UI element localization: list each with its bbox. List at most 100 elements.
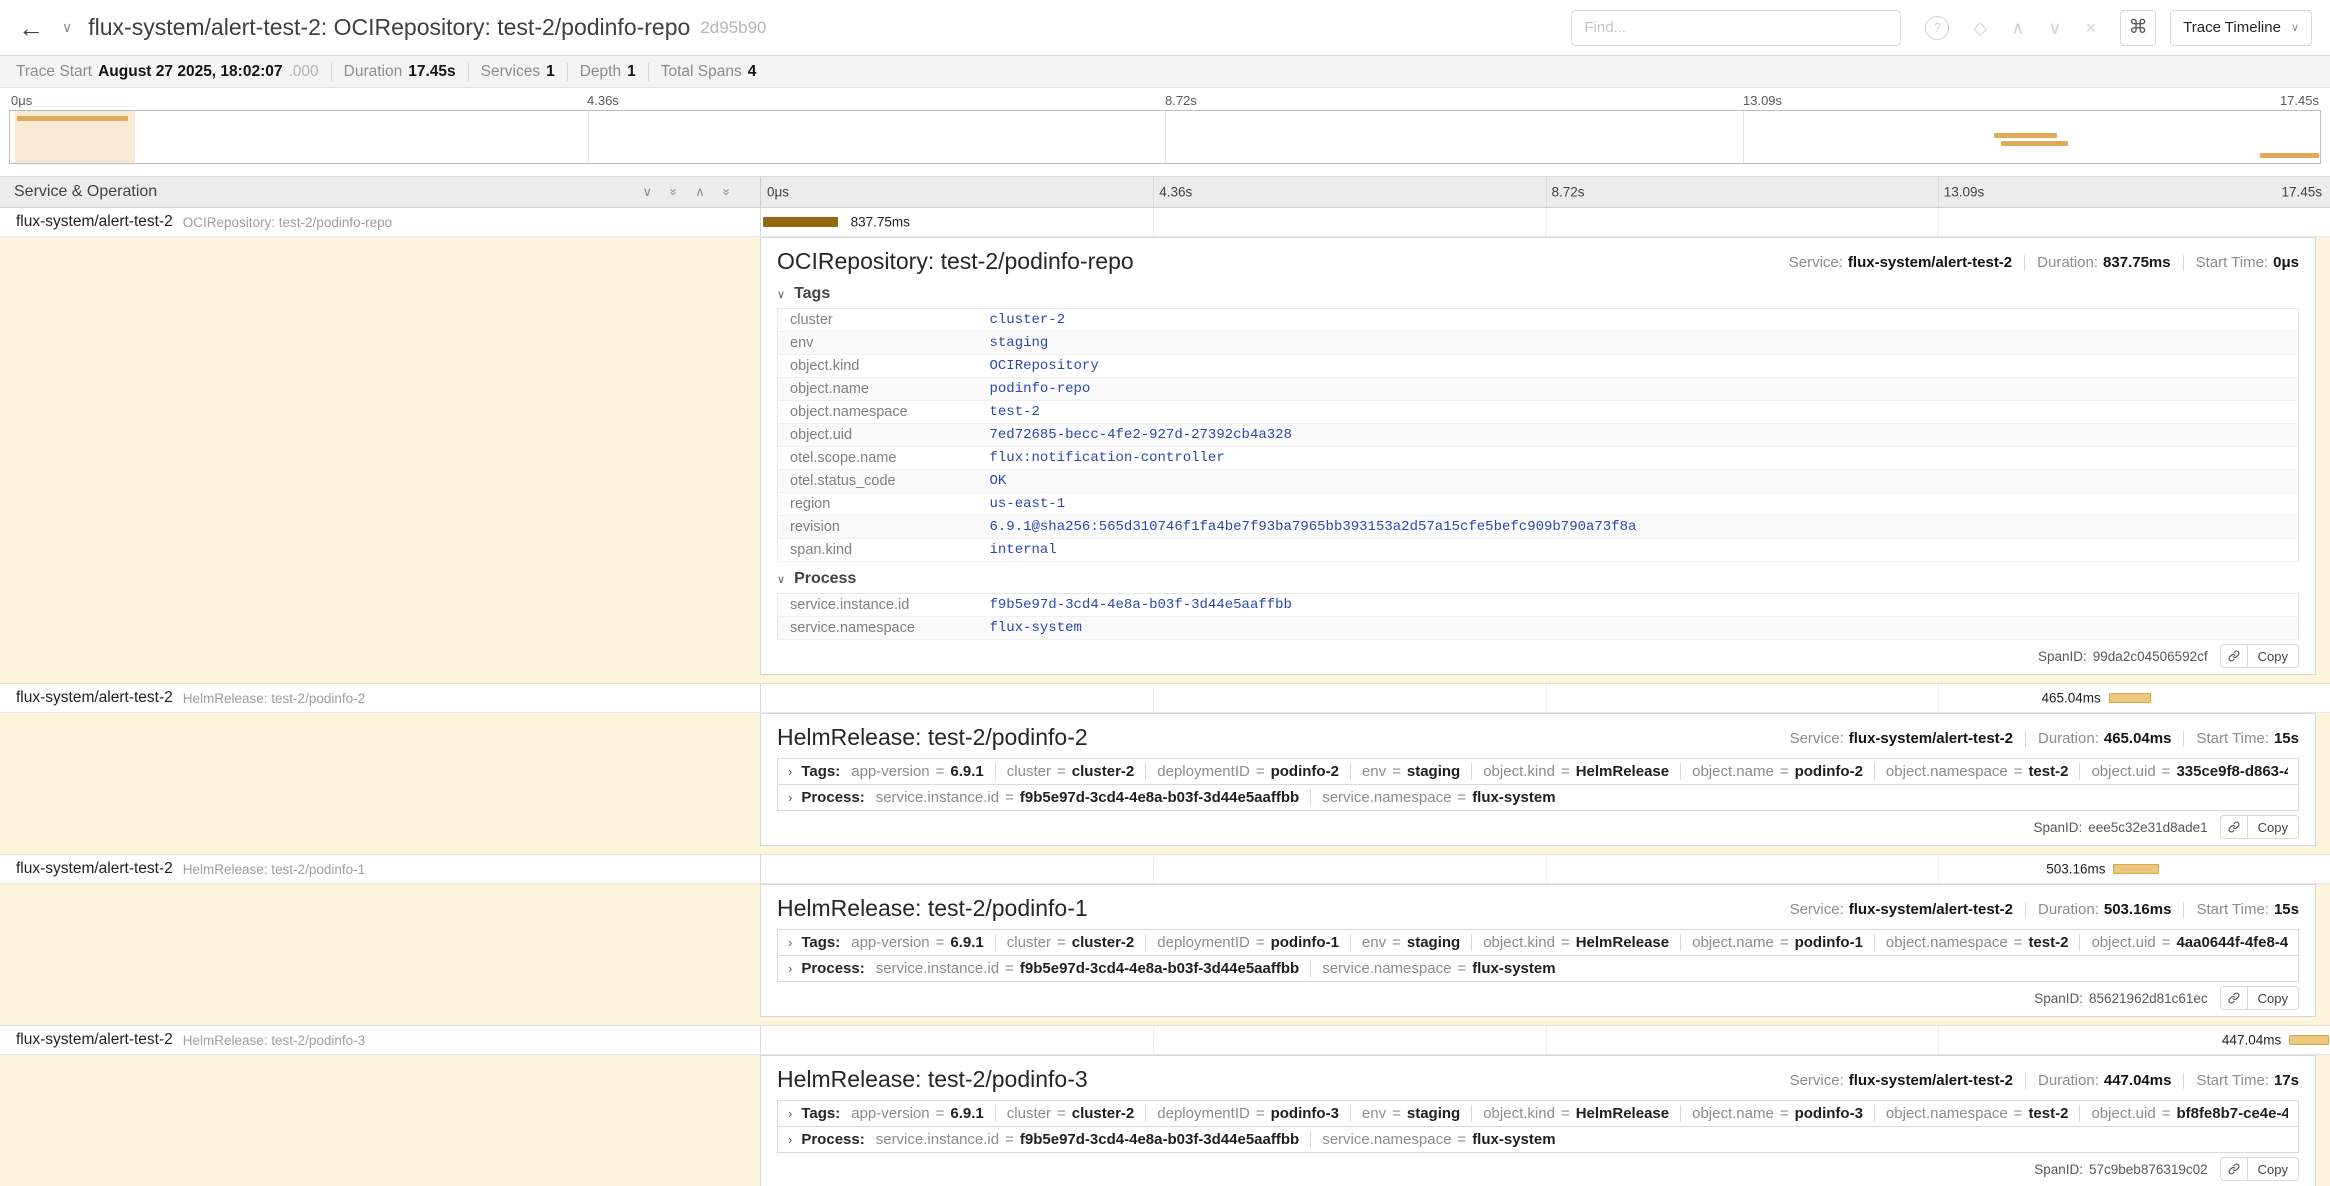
process-summary-row[interactable]: › Process: service.instance.id=f9b5e97d-… [777, 784, 2299, 811]
tags-summary-row[interactable]: › Tags: app-version=6.9.1 cluster=cluste… [777, 1100, 2299, 1127]
span-bar[interactable] [2113, 864, 2159, 874]
view-selector[interactable]: Trace Timeline ∨ [2170, 10, 2312, 46]
tags-summary-row[interactable]: › Tags: app-version=6.9.1 cluster=cluste… [777, 929, 2299, 956]
tag-key: cluster [1007, 1105, 1051, 1122]
expand-one-level-icon[interactable]: ∨ [643, 184, 653, 200]
tags-section-toggle[interactable]: ∨ Tags [777, 285, 2299, 303]
back-icon[interactable]: ← [18, 15, 44, 41]
chevron-down-icon: ∨ [777, 573, 785, 586]
tags-summary-row[interactable]: › Tags: app-version=6.9.1 cluster=cluste… [777, 758, 2299, 785]
start-time-label: Start Time: [2196, 730, 2269, 747]
span-bar[interactable] [2289, 1035, 2329, 1045]
process-summary-row[interactable]: › Process: service.instance.id=f9b5e97d-… [777, 955, 2299, 982]
tag-key: revision [778, 516, 978, 539]
span-name-cell[interactable]: flux-system/alert-test-2 HelmRelease: te… [0, 684, 760, 712]
gridline [1153, 208, 1154, 236]
tag-value: test-2 [978, 401, 2299, 424]
expand-all-icon[interactable]: » [666, 188, 682, 195]
tag-pair: object.kind=HelmRelease [1471, 763, 1680, 780]
minimap-tick: 17.45s [2280, 93, 2319, 108]
next-result-icon[interactable]: ∨ [2048, 19, 2061, 37]
tag-key: object.kind [778, 355, 978, 378]
span-row: flux-system/alert-test-2 HelmRelease: te… [0, 1026, 2330, 1055]
process-key: service.instance.id [876, 960, 999, 977]
process-pair: service.namespace=flux-system [1310, 789, 1566, 806]
deep-link-button[interactable] [2220, 986, 2248, 1010]
span-name-cell[interactable]: flux-system/alert-test-2 HelmRelease: te… [0, 1026, 760, 1054]
process-value: f9b5e97d-3cd4-4e8a-b03f-3d44e5aaffbb [1020, 1131, 1299, 1148]
process-value: f9b5e97d-3cd4-4e8a-b03f-3d44e5aaffbb [1020, 960, 1299, 977]
duration-value: 465.04ms [2104, 730, 2172, 747]
clear-search-icon[interactable]: × [2086, 19, 2097, 37]
process-table: service.instance.id f9b5e97d-3cd4-4e8a-b… [777, 593, 2299, 640]
locate-icon[interactable]: ◇ [1973, 19, 1987, 37]
span-service-name: flux-system/alert-test-2 [16, 213, 173, 231]
process-section-toggle[interactable]: ∨ Process [777, 570, 2299, 588]
find-input[interactable] [1571, 10, 1901, 46]
span-operation-name: HelmRelease: test-2/podinfo-1 [183, 862, 365, 877]
span-bar-cell[interactable]: 837.75ms [760, 208, 2330, 236]
copy-button[interactable]: Copy [2248, 1157, 2299, 1181]
span-row: flux-system/alert-test-2 HelmRelease: te… [0, 855, 2330, 884]
deep-link-button[interactable] [2220, 644, 2248, 668]
link-icon [2227, 991, 2241, 1005]
tag-key: object.name [778, 378, 978, 401]
spanid-actions: Copy [2220, 1157, 2299, 1181]
tag-pair: env=staging [1350, 763, 1471, 780]
collapse-one-level-icon[interactable]: ∧ [695, 184, 705, 200]
chevron-down-icon[interactable]: ∨ [62, 19, 72, 36]
deep-link-button[interactable] [2220, 1157, 2248, 1181]
tag-key: env [1362, 934, 1386, 951]
tag-value: 4aa0644f-4fe8-4484-a950-b721979203c8 [2176, 934, 2288, 951]
span-name-cell[interactable]: flux-system/alert-test-2 HelmRelease: te… [0, 855, 760, 883]
process-pair: service.instance.id=f9b5e97d-3cd4-4e8a-b… [874, 1131, 1310, 1148]
span-detail-footer: SpanID: 99da2c04506592cf Copy [777, 644, 2299, 668]
page-title: flux-system/alert-test-2: OCIRepository:… [88, 14, 690, 41]
tag-value: HelmRelease [1576, 1105, 1669, 1122]
copy-button[interactable]: Copy [2248, 815, 2299, 839]
spanid-value: eee5c32e31d8ade1 [2088, 820, 2207, 835]
tag-pair: cluster=cluster-2 [995, 1105, 1145, 1122]
span-detail-meta: Service: flux-system/alert-test-2 Durati… [1790, 901, 2299, 918]
span-bar-cell[interactable]: 503.16ms [760, 855, 2330, 883]
tag-value: podinfo-2 [1795, 763, 1863, 780]
spanid-actions: Copy [2220, 644, 2299, 668]
span-name-cell[interactable]: flux-system/alert-test-2 OCIRepository: … [0, 208, 760, 236]
minimap-tick: 8.72s [1165, 93, 1197, 108]
tag-key: deploymentID [1157, 763, 1250, 780]
span-bar-cell[interactable]: 465.04ms [760, 684, 2330, 712]
tag-key: cluster [778, 309, 978, 332]
tag-pair: object.kind=HelmRelease [1471, 1105, 1680, 1122]
trace-minimap[interactable] [9, 110, 2321, 164]
collapse-all-icon[interactable]: » [718, 188, 734, 195]
meta-divider [2025, 731, 2026, 747]
tag-row: object.uid 7ed72685-becc-4fe2-927d-27392… [778, 424, 2299, 447]
copy-button[interactable]: Copy [2248, 644, 2299, 668]
view-selector-label: Trace Timeline [2183, 19, 2281, 36]
span-detail-header: HelmRelease: test-2/podinfo-1 Service: f… [777, 895, 2299, 924]
spanid-label: SpanID: [2034, 1162, 2083, 1177]
prev-result-icon[interactable]: ∧ [2011, 19, 2024, 37]
keyboard-shortcuts-button[interactable]: ⌘ [2120, 10, 2156, 46]
service-label: Service: [1790, 1072, 1844, 1089]
deep-link-button[interactable] [2220, 815, 2248, 839]
tag-value: test-2 [2028, 763, 2068, 780]
process-label: Process: [801, 789, 864, 806]
tag-value: test-2 [2028, 1105, 2068, 1122]
process-key: service.namespace [1322, 789, 1451, 806]
duration-label: Duration [344, 63, 403, 81]
span-bar[interactable] [2109, 693, 2151, 703]
span-bar[interactable] [763, 217, 838, 227]
help-icon[interactable]: ? [1925, 16, 1949, 40]
equals-sign: = [1561, 763, 1570, 780]
span-operation-name: OCIRepository: test-2/podinfo-repo [183, 215, 392, 230]
start-time-label: Start Time: [2196, 254, 2269, 271]
span-service-name: flux-system/alert-test-2 [16, 860, 173, 878]
tag-value: cluster-2 [978, 309, 2299, 332]
span-detail-footer: SpanID: 85621962d81c61ec Copy [777, 986, 2299, 1010]
process-section-title: Process [794, 570, 856, 588]
process-summary-row[interactable]: › Process: service.instance.id=f9b5e97d-… [777, 1126, 2299, 1153]
process-key: service.namespace [1322, 1131, 1451, 1148]
span-bar-cell[interactable]: 447.04ms [760, 1026, 2330, 1054]
copy-button[interactable]: Copy [2248, 986, 2299, 1010]
